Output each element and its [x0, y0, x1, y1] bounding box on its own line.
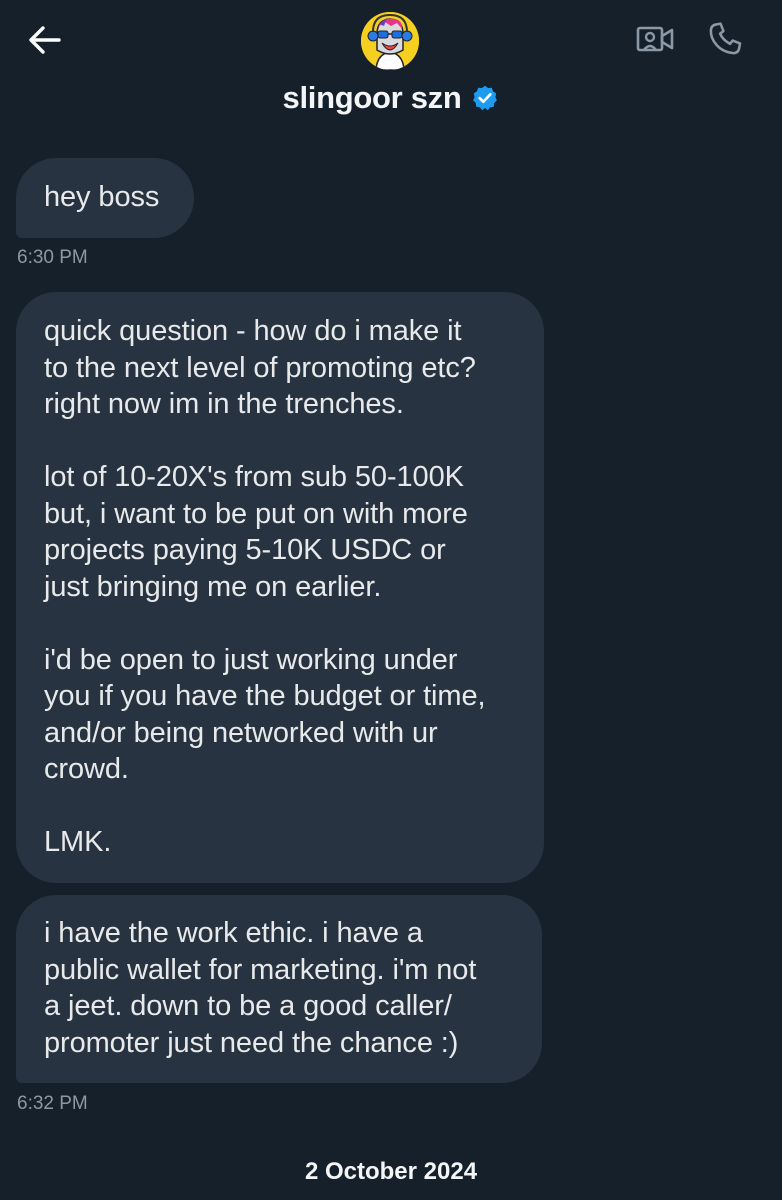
message-bubble[interactable]: quick question - how do i make it to the…	[16, 292, 544, 883]
message-timestamp: 6:30 PM	[17, 247, 88, 268]
phone-icon	[709, 22, 742, 55]
message-timestamp: 6:32 PM	[17, 1093, 88, 1114]
voice-call-button[interactable]	[704, 18, 746, 60]
contact-name-row[interactable]: slingoor szn	[0, 80, 782, 116]
back-arrow-icon	[29, 26, 61, 54]
conversation-header: slingoor szn	[0, 0, 782, 130]
video-call-button[interactable]	[634, 20, 676, 58]
avatar-image	[361, 12, 419, 70]
contact-name: slingoor szn	[282, 80, 462, 115]
video-camera-icon	[636, 26, 674, 52]
message-bubble[interactable]: i have the work ethic. i have a public w…	[16, 895, 542, 1083]
message-bubble[interactable]: hey boss	[16, 158, 194, 238]
verified-badge-icon	[473, 85, 498, 111]
date-separator: 2 October 2024	[304, 1158, 478, 1185]
dm-conversation-screen: slingoor szn hey boss 6:30 PM quick ques…	[0, 0, 782, 1200]
back-button[interactable]	[22, 22, 66, 58]
avatar[interactable]	[361, 12, 419, 70]
